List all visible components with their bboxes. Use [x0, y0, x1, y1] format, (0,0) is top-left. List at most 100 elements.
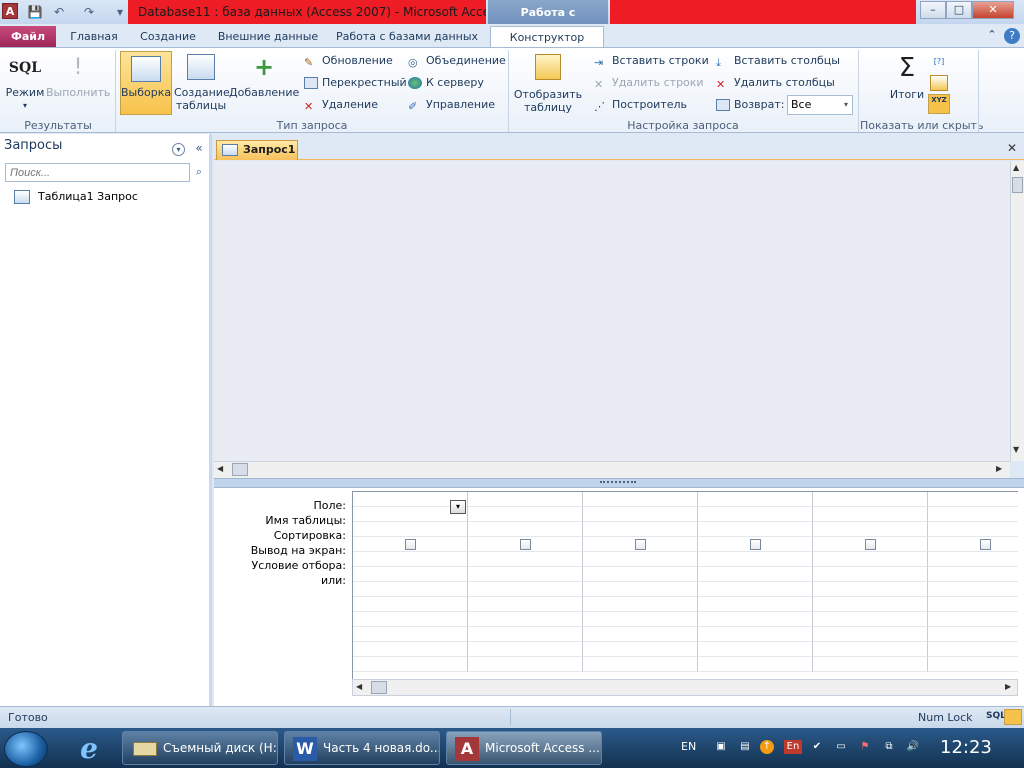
- union-button[interactable]: ◎ Объединение: [408, 53, 506, 71]
- tab-external-data[interactable]: Внешние данные: [212, 26, 324, 48]
- collapse-ribbon-icon[interactable]: ⌃: [984, 28, 1000, 44]
- grid-cell[interactable]: [353, 597, 468, 612]
- grid-cell[interactable]: [468, 642, 583, 657]
- show-checkbox[interactable]: [750, 539, 761, 550]
- grid-cell[interactable]: [698, 612, 813, 627]
- tray-network-icon[interactable]: ▣: [714, 740, 728, 754]
- grid-cell[interactable]: [468, 492, 583, 507]
- help-icon[interactable]: ?: [1004, 28, 1020, 44]
- grid-cell[interactable]: [813, 582, 928, 597]
- grid-cell[interactable]: [928, 552, 1018, 567]
- grid-cell[interactable]: [698, 597, 813, 612]
- tab-create[interactable]: Создание: [132, 26, 204, 48]
- grid-cell[interactable]: [813, 522, 928, 537]
- view-mode-button[interactable]: SQL Режим ▾: [4, 54, 46, 112]
- grid-cell[interactable]: [583, 657, 698, 672]
- grid-cell[interactable]: [468, 612, 583, 627]
- grid-cell[interactable]: [468, 507, 583, 522]
- grid-cell[interactable]: [698, 657, 813, 672]
- insert-columns-button[interactable]: ⤓ Вставить столбцы: [716, 53, 840, 71]
- pass-through-button[interactable]: К серверу: [408, 75, 484, 93]
- scroll-thumb[interactable]: [232, 463, 248, 476]
- grid-cell[interactable]: [813, 627, 928, 642]
- start-button[interactable]: [4, 731, 48, 767]
- grid-cell[interactable]: [353, 582, 468, 597]
- grid-cell[interactable]: [583, 567, 698, 582]
- grid-cell[interactable]: [928, 612, 1018, 627]
- grid-cell[interactable]: [928, 522, 1018, 537]
- grid-cell[interactable]: [583, 582, 698, 597]
- sql-view-status-button[interactable]: SQL: [986, 711, 1006, 721]
- nav-menu-chevron-icon[interactable]: ▾: [172, 143, 185, 156]
- grid-cell[interactable]: [813, 507, 928, 522]
- search-icon[interactable]: ⌕: [192, 165, 206, 179]
- property-sheet-icon[interactable]: [930, 75, 948, 91]
- grid-cell[interactable]: [353, 552, 468, 567]
- query-design-grid[interactable]: ▾: [352, 491, 1018, 679]
- crosstab-button[interactable]: Перекрестный: [304, 75, 407, 93]
- return-select[interactable]: Все ▾: [787, 95, 853, 115]
- grid-cell[interactable]: [698, 507, 813, 522]
- data-definition-button[interactable]: ✐ Управление: [408, 97, 495, 115]
- tray-network-status-icon[interactable]: ⧉: [882, 740, 896, 754]
- grid-cell[interactable]: [928, 582, 1018, 597]
- customize-quick-access-icon[interactable]: ▾: [114, 3, 126, 21]
- grid-cell[interactable]: [698, 522, 813, 537]
- grid-cell[interactable]: [353, 567, 468, 582]
- grid-cell[interactable]: [698, 582, 813, 597]
- tray-check-icon[interactable]: ✔: [810, 740, 824, 754]
- internet-explorer-icon[interactable]: e: [72, 734, 106, 764]
- grid-cell[interactable]: [353, 642, 468, 657]
- redo-icon[interactable]: ↷: [80, 3, 98, 21]
- insert-rows-button[interactable]: ⇥ Вставить строки: [594, 53, 709, 71]
- splitter-grip[interactable]: [600, 481, 636, 485]
- clock[interactable]: 12:23: [940, 737, 992, 758]
- grid-cell[interactable]: [813, 552, 928, 567]
- show-table-button[interactable]: Отобразить таблицу: [512, 54, 584, 114]
- grid-cell[interactable]: [928, 642, 1018, 657]
- grid-cell[interactable]: [698, 642, 813, 657]
- grid-cell[interactable]: [353, 522, 468, 537]
- scroll-down-icon[interactable]: ▼: [1013, 445, 1019, 454]
- tab-design[interactable]: Конструктор: [490, 26, 604, 48]
- grid-cell[interactable]: [468, 627, 583, 642]
- show-checkbox[interactable]: [865, 539, 876, 550]
- grid-cell[interactable]: [928, 657, 1018, 672]
- grid-cell[interactable]: [468, 522, 583, 537]
- grid-cell[interactable]: [813, 612, 928, 627]
- run-button[interactable]: ! Выполнить: [46, 54, 110, 99]
- grid-cell[interactable]: [353, 657, 468, 672]
- show-checkbox[interactable]: [635, 539, 646, 550]
- table-design-area[interactable]: [214, 161, 1010, 461]
- grid-cell[interactable]: [928, 597, 1018, 612]
- scroll-left-icon[interactable]: ◀: [217, 464, 223, 473]
- delete-query-button[interactable]: ✕ Удаление: [304, 97, 378, 115]
- minimize-button[interactable]: –: [920, 1, 946, 19]
- access-app-icon[interactable]: A: [2, 3, 18, 19]
- taskbar-item-access[interactable]: A Microsoft Access ...: [446, 731, 602, 765]
- tab-home[interactable]: Главная: [62, 26, 126, 48]
- grid-cell[interactable]: [353, 612, 468, 627]
- tray-monitor-icon[interactable]: ▭: [834, 740, 848, 754]
- append-button[interactable]: + Добавление: [229, 54, 299, 99]
- grid-cell[interactable]: [813, 567, 928, 582]
- tray-flag-icon[interactable]: ⚑: [858, 740, 872, 754]
- grid-cell[interactable]: [583, 492, 698, 507]
- collapse-nav-icon[interactable]: «: [192, 141, 206, 157]
- show-checkbox[interactable]: [520, 539, 531, 550]
- grid-cell[interactable]: [698, 567, 813, 582]
- tab-file[interactable]: Файл: [0, 26, 56, 48]
- delete-columns-button[interactable]: ✕ Удалить столбцы: [716, 75, 835, 93]
- grid-cell[interactable]: [698, 627, 813, 642]
- grid-horizontal-scrollbar[interactable]: ◀ ▶: [352, 679, 1018, 696]
- totals-button[interactable]: Σ Итоги: [886, 54, 928, 101]
- horizontal-scrollbar[interactable]: ◀ ▶: [214, 461, 1010, 478]
- grid-cell[interactable]: [583, 552, 698, 567]
- pane-splitter[interactable]: [214, 478, 1024, 488]
- scroll-thumb[interactable]: [1012, 177, 1023, 193]
- document-tab-query1[interactable]: Запрос1: [216, 140, 298, 160]
- field-dropdown-button[interactable]: ▾: [450, 500, 466, 514]
- scroll-thumb[interactable]: [371, 681, 387, 694]
- grid-cell[interactable]: [583, 612, 698, 627]
- tray-language-icon[interactable]: En: [784, 740, 802, 754]
